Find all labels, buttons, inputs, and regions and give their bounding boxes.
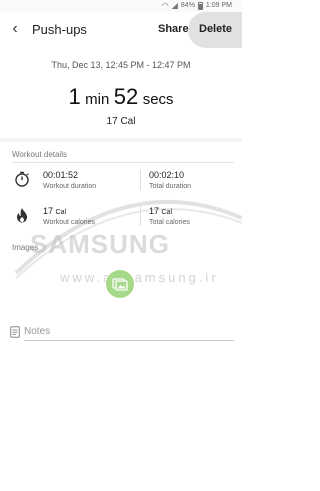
total-duration-value: 00:02:10 [149, 170, 185, 180]
column-divider [140, 206, 141, 226]
column-divider [140, 170, 141, 190]
workout-calories-number: 17 [43, 206, 54, 216]
workout-details-title: Workout details [12, 150, 67, 159]
workout-calories-unit: Cal [55, 209, 67, 216]
stopwatch-icon [15, 171, 29, 187]
wifi-icon: ◠ [161, 1, 169, 10]
section-line [12, 162, 234, 163]
duration-seconds: 52 [113, 84, 139, 109]
images-title: Images [12, 243, 39, 252]
share-button[interactable]: Share [158, 23, 189, 35]
delete-label: Delete [199, 23, 233, 35]
workout-duration-value: 00:01:52 [43, 170, 79, 180]
clock: 1:09 PM [205, 2, 232, 9]
flame-icon [17, 208, 27, 223]
total-calories-number: 17 [149, 206, 160, 216]
watermark-text: SAMSUNG [30, 229, 170, 259]
battery-percent: 84% [180, 2, 195, 9]
signal-icon: ◢ [171, 1, 178, 10]
duration-seconds-unit: secs [142, 91, 174, 108]
add-image-button[interactable] [106, 270, 134, 298]
workout-calories-label: Workout calories [43, 219, 96, 226]
notes-icon [10, 326, 20, 338]
total-calories-label: Total calories [149, 219, 190, 226]
back-arrow-icon[interactable]: ‹ [8, 20, 22, 38]
gallery-icon [112, 278, 128, 291]
total-calories-unit: Cal [161, 209, 173, 216]
delete-button[interactable]: Delete [188, 12, 242, 48]
app-bar: ‹ Push-ups Share Delete [0, 12, 242, 48]
calories-summary: 17 Cal [106, 116, 136, 127]
status-indicators: ◠ ◢ 84% 1:09 PM [162, 1, 232, 10]
total-calories-value: 17 Cal [149, 206, 172, 216]
workout-duration-display: 1 min 52 secs [0, 84, 242, 110]
total-duration-label: Total duration [149, 183, 192, 190]
workout-date-range: Thu, Dec 13, 12:45 PM - 12:47 PM [51, 60, 191, 70]
page-title: Push-ups [32, 22, 87, 37]
workout-duration-label: Workout duration [43, 183, 97, 190]
notes-input[interactable] [24, 323, 234, 341]
watermark-url: www.allsamsung.ir [60, 270, 219, 285]
duration-minutes-unit: min [85, 91, 110, 108]
status-bar: ◠ ◢ 84% 1:09 PM [0, 0, 242, 12]
section-divider [0, 138, 242, 142]
workout-calories-value: 17 Cal [43, 206, 66, 216]
duration-minutes: 1 [68, 84, 81, 109]
battery-icon [197, 1, 203, 10]
